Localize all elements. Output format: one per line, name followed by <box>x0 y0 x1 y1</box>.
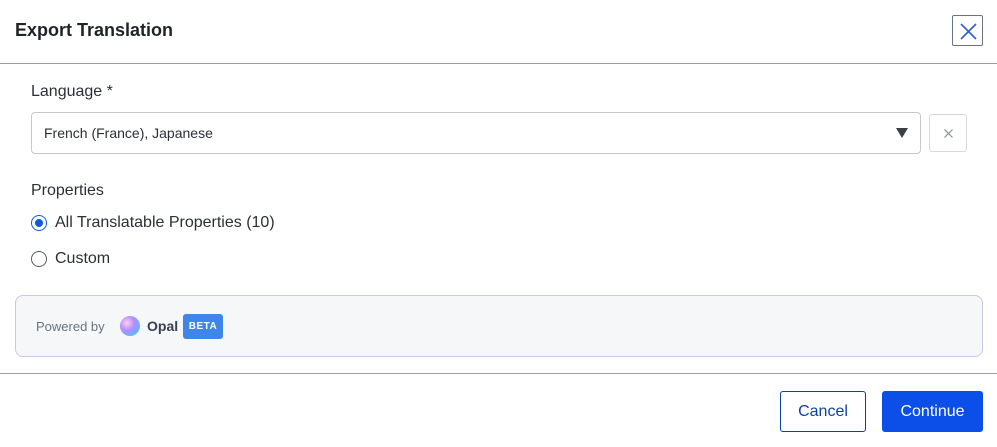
opal-name: Opal <box>147 318 179 334</box>
cancel-button[interactable]: Cancel <box>780 391 866 432</box>
close-button[interactable] <box>952 15 983 46</box>
language-select-value: French (France), Japanese <box>44 125 213 141</box>
clear-x-icon <box>944 129 953 138</box>
dialog-header: Export Translation <box>0 0 997 64</box>
powered-by-text: Powered by <box>36 319 105 334</box>
radio-all-translatable[interactable]: All Translatable Properties (10) <box>31 212 275 234</box>
properties-label: Properties <box>31 182 104 199</box>
powered-by-opal-panel: Powered by Opal BETA <box>15 295 983 357</box>
continue-button[interactable]: Continue <box>882 391 983 432</box>
radio-button[interactable] <box>31 251 47 267</box>
clear-language-button[interactable] <box>929 114 967 152</box>
radio-button-checked[interactable] <box>31 215 47 231</box>
language-select[interactable]: French (France), Japanese <box>31 112 921 154</box>
beta-badge: BETA <box>183 314 223 339</box>
radio-custom[interactable]: Custom <box>31 248 110 270</box>
dialog-footer: Cancel Continue <box>0 373 997 447</box>
opal-logo-icon <box>120 316 140 336</box>
close-icon <box>960 23 977 40</box>
dialog-title: Export Translation <box>15 20 174 40</box>
caret-down-icon <box>896 128 908 138</box>
language-label: Language * <box>31 83 113 100</box>
radio-label: Custom <box>55 250 111 267</box>
radio-label: All Translatable Properties (10) <box>55 214 275 231</box>
